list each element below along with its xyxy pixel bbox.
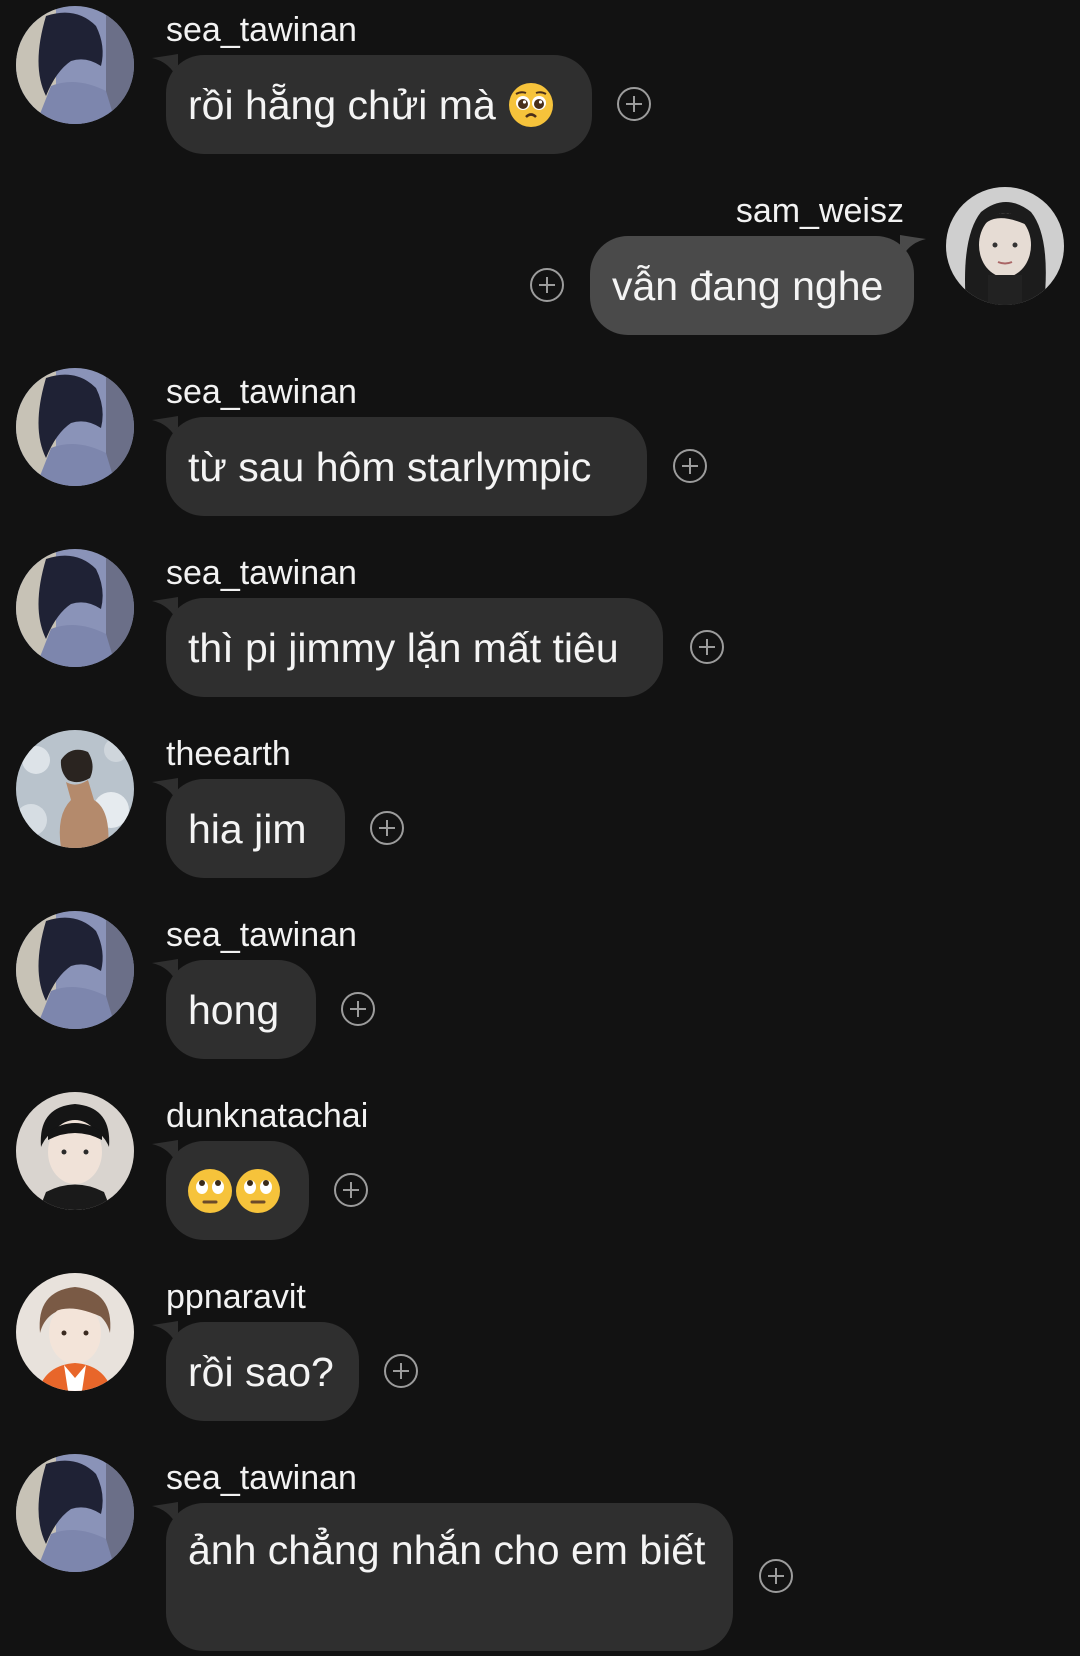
message-row: sam_weisz vẫn đang nghe	[0, 181, 1080, 351]
message-bubble[interactable]: rồi sao?	[166, 1322, 359, 1421]
avatar-pp-image	[16, 1273, 134, 1391]
message-text: từ sau hôm starlympic	[188, 444, 592, 490]
message-row: sea_tawinan ảnh chẳng nhắn cho em biết	[0, 1448, 1080, 1656]
avatar[interactable]	[16, 1273, 134, 1391]
avatar-earth-image	[16, 730, 134, 848]
message-bubble[interactable]: vẫn đang nghe	[590, 236, 914, 335]
avatar-sea-image	[16, 549, 134, 667]
add-reaction-icon[interactable]	[690, 630, 724, 664]
message-bubble[interactable]: thì pi jimmy lặn mất tiêu	[166, 598, 663, 697]
add-reaction-icon[interactable]	[341, 992, 375, 1026]
avatar[interactable]	[16, 6, 134, 124]
message-row: ppnaravit rồi sao?	[0, 1267, 1080, 1437]
message-text: thì pi jimmy lặn mất tiêu	[188, 625, 619, 671]
avatar[interactable]	[16, 730, 134, 848]
face-with-rolling-eyes-emoji	[236, 1169, 280, 1214]
add-reaction-icon[interactable]	[530, 268, 564, 302]
message-bubble[interactable]: hia jim	[166, 779, 345, 878]
add-reaction-icon[interactable]	[673, 449, 707, 483]
avatar[interactable]	[16, 911, 134, 1029]
sender-name[interactable]: sam_weisz	[736, 191, 904, 231]
message-bubble[interactable]: ảnh chẳng nhắn cho em biết	[166, 1503, 733, 1651]
avatar-sam-image	[946, 187, 1064, 305]
avatar-dunk-image	[16, 1092, 134, 1210]
avatar-sea-image	[16, 911, 134, 1029]
add-reaction-icon[interactable]	[617, 87, 651, 121]
message-bubble[interactable]: rồi hẵng chửi mà	[166, 55, 592, 154]
avatar-sea-image	[16, 1454, 134, 1572]
message-text: vẫn đang nghe	[612, 263, 884, 309]
face-with-rolling-eyes-emoji	[188, 1169, 232, 1214]
sender-name[interactable]: sea_tawinan	[166, 1458, 357, 1498]
message-text: ảnh chẳng nhắn cho em biết	[188, 1527, 706, 1573]
message-row: theearth hia jim	[0, 724, 1080, 894]
avatar[interactable]	[16, 549, 134, 667]
avatar[interactable]	[16, 1092, 134, 1210]
avatar[interactable]	[16, 1454, 134, 1572]
message-row: sea_tawinan thì pi jimmy lặn mất tiêu	[0, 543, 1080, 713]
message-bubble[interactable]: hong	[166, 960, 316, 1059]
chat-thread: sea_tawinan rồi hẵng chửi mà sam_weisz v…	[0, 0, 1080, 1656]
message-text: hia jim	[188, 806, 307, 852]
sender-name[interactable]: sea_tawinan	[166, 553, 357, 593]
sender-name[interactable]: dunknatachai	[166, 1096, 368, 1136]
add-reaction-icon[interactable]	[759, 1559, 793, 1593]
message-text: hong	[188, 987, 280, 1033]
sender-name[interactable]: sea_tawinan	[166, 372, 357, 412]
message-bubble[interactable]: từ sau hôm starlympic	[166, 417, 647, 516]
sender-name[interactable]: sea_tawinan	[166, 10, 357, 50]
message-row: sea_tawinan từ sau hôm starlympic	[0, 362, 1080, 532]
message-row: sea_tawinan rồi hẵng chửi mà	[0, 0, 1080, 170]
pleading-face-emoji	[509, 83, 554, 128]
sender-name[interactable]: theearth	[166, 734, 291, 774]
add-reaction-icon[interactable]	[370, 811, 404, 845]
avatar[interactable]	[16, 368, 134, 486]
message-text: rồi sao?	[188, 1349, 334, 1395]
message-text: rồi hẵng chửi mà	[188, 82, 508, 128]
sender-name[interactable]: sea_tawinan	[166, 915, 357, 955]
message-row: dunknatachai	[0, 1086, 1080, 1256]
add-reaction-icon[interactable]	[384, 1354, 418, 1388]
sender-name[interactable]: ppnaravit	[166, 1277, 306, 1317]
avatar-sea-image	[16, 368, 134, 486]
avatar[interactable]	[946, 187, 1064, 305]
message-row: sea_tawinan hong	[0, 905, 1080, 1075]
avatar-sea-image	[16, 6, 134, 124]
add-reaction-icon[interactable]	[334, 1173, 368, 1207]
message-bubble[interactable]	[166, 1141, 309, 1240]
